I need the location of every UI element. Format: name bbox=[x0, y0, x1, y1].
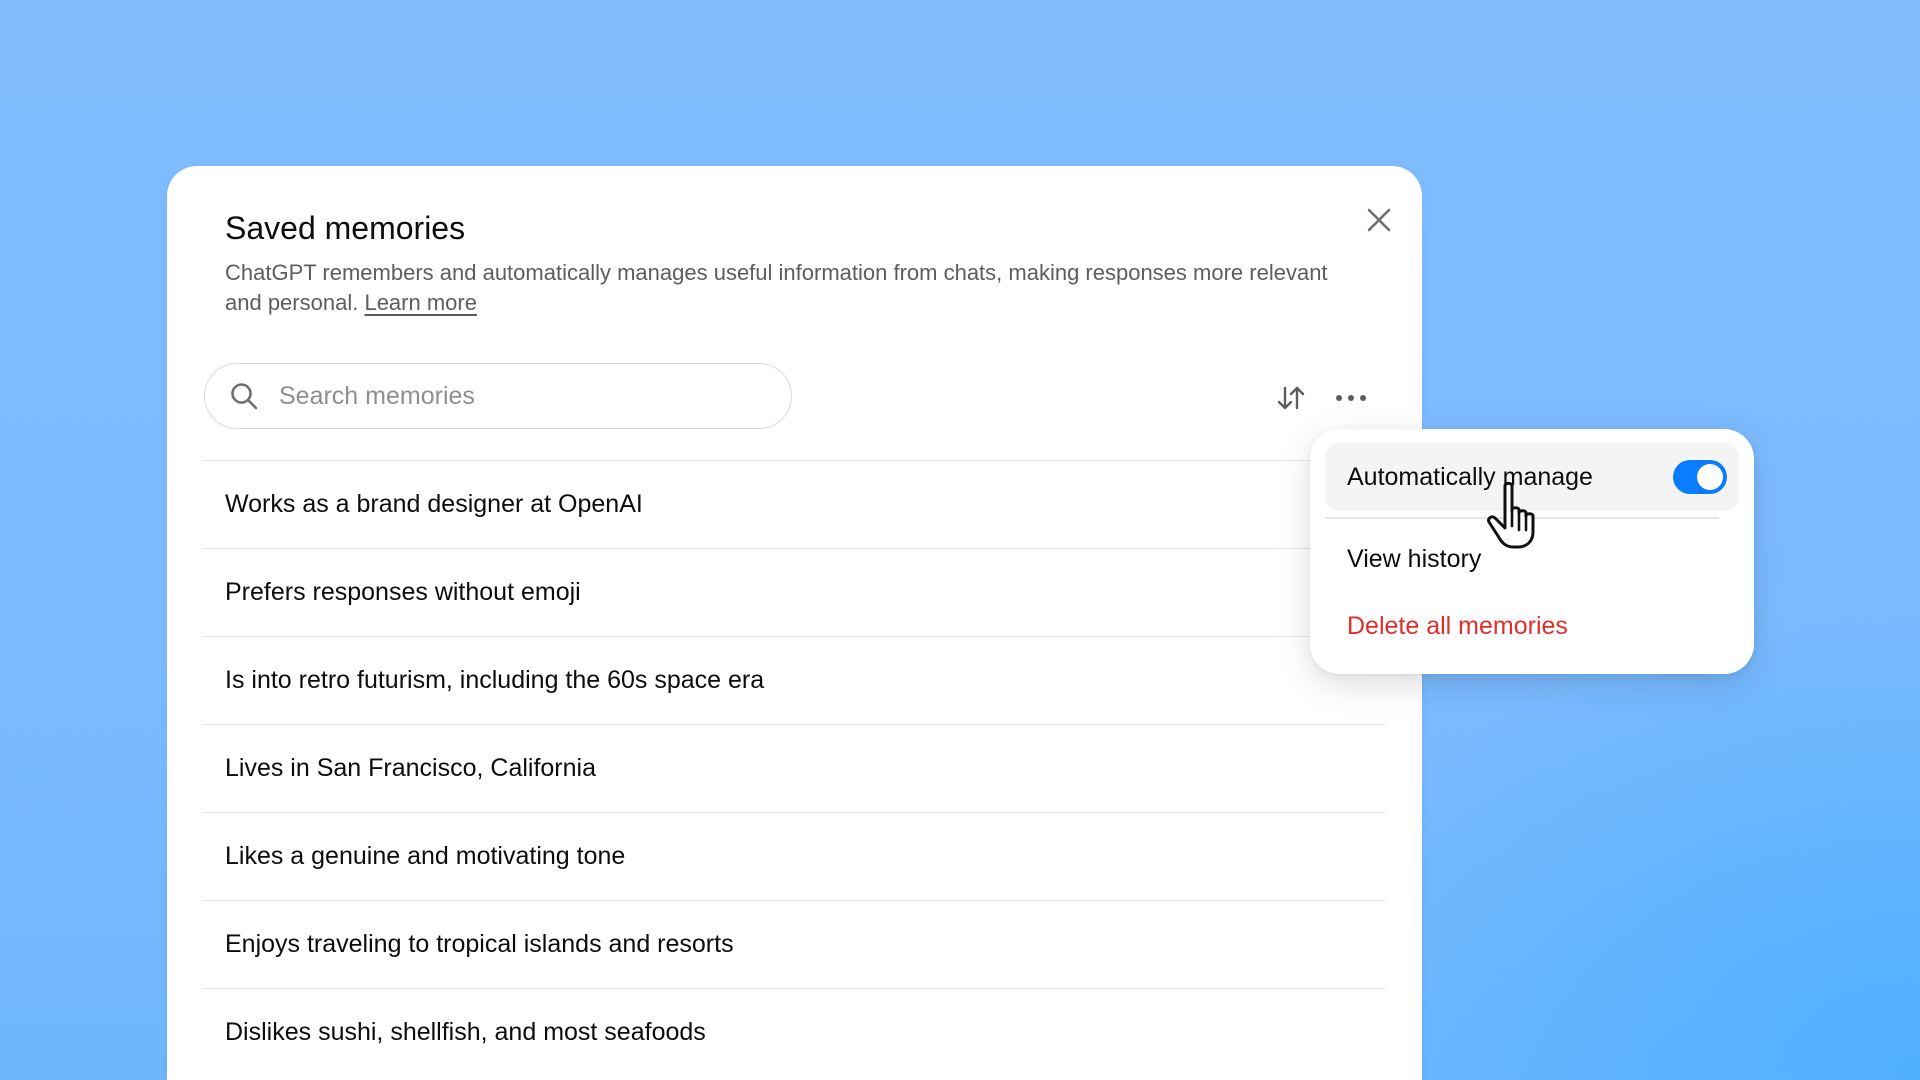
menu-item-delete-all-memories[interactable]: Delete all memories bbox=[1325, 596, 1739, 656]
learn-more-link[interactable]: Learn more bbox=[364, 290, 477, 315]
menu-item-automatically-manage[interactable]: Automatically manage bbox=[1325, 443, 1739, 511]
memory-list: Works as a brand designer at OpenAI Pref… bbox=[203, 460, 1386, 1076]
delete-all-memories-label: Delete all memories bbox=[1347, 611, 1568, 640]
sort-button[interactable] bbox=[1271, 378, 1311, 418]
memory-item[interactable]: Likes a genuine and motivating tone bbox=[203, 812, 1386, 900]
close-icon bbox=[1367, 208, 1391, 232]
search-box[interactable] bbox=[204, 363, 792, 429]
toggle-knob bbox=[1697, 464, 1723, 490]
memory-item[interactable]: Is into retro futurism, including the 60… bbox=[203, 636, 1386, 724]
close-button[interactable] bbox=[1359, 200, 1399, 240]
memory-item[interactable]: Dislikes sushi, shellfish, and most seaf… bbox=[203, 988, 1386, 1076]
automatically-manage-label: Automatically manage bbox=[1347, 462, 1593, 491]
view-history-label: View history bbox=[1347, 544, 1482, 573]
more-options-button[interactable] bbox=[1331, 378, 1371, 418]
memory-item[interactable]: Prefers responses without emoji bbox=[203, 548, 1386, 636]
automatically-manage-toggle[interactable] bbox=[1673, 460, 1727, 494]
more-horizontal-icon bbox=[1336, 395, 1366, 401]
search-input[interactable] bbox=[277, 380, 761, 412]
memory-item[interactable]: Enjoys traveling to tropical islands and… bbox=[203, 900, 1386, 988]
menu-divider bbox=[1325, 517, 1719, 519]
search-icon bbox=[231, 383, 258, 410]
menu-item-view-history[interactable]: View history bbox=[1325, 529, 1739, 589]
options-dropdown-menu: Automatically manage View history Delete… bbox=[1310, 429, 1754, 674]
sort-arrows-icon bbox=[1277, 386, 1305, 410]
modal-title: Saved memories bbox=[225, 210, 466, 246]
saved-memories-modal: Saved memories ChatGPT remembers and aut… bbox=[167, 166, 1422, 1080]
memory-item[interactable]: Works as a brand designer at OpenAI bbox=[203, 460, 1386, 548]
modal-description: ChatGPT remembers and automatically mana… bbox=[225, 258, 1355, 318]
memory-item[interactable]: Lives in San Francisco, California bbox=[203, 724, 1386, 812]
